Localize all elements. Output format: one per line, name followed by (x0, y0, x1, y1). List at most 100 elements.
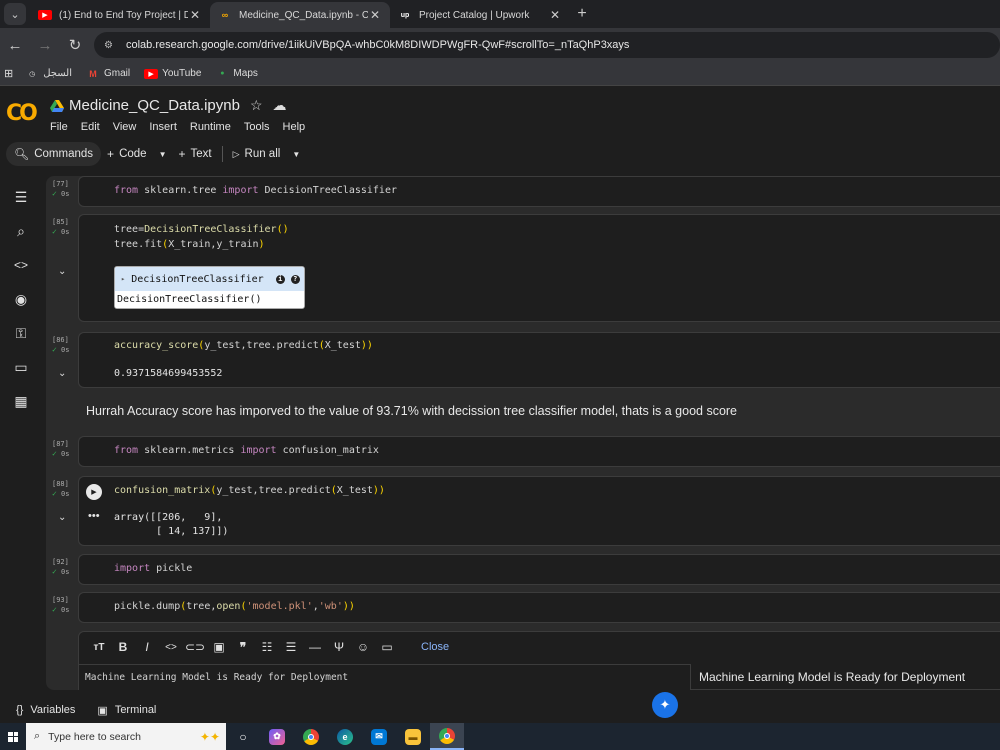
taskbar-search[interactable]: ⌕ Type here to search ✦✦ (26, 723, 226, 750)
bookmark-youtube[interactable]: ▶ YouTube (144, 68, 201, 79)
run-all-button[interactable]: ▷ Run all (227, 142, 287, 166)
menu-bar: File Edit View Insert Runtime Tools Help (50, 121, 318, 133)
add-text-button[interactable]: + Text (172, 142, 217, 166)
info-icon[interactable]: i (275, 274, 285, 284)
link-icon[interactable]: ⊂⊃ (183, 640, 207, 654)
execution-count: [87] (52, 440, 69, 448)
data-table-icon[interactable]: ▦ (10, 390, 32, 412)
reload-icon[interactable]: ↻ (60, 36, 90, 54)
close-editor-button[interactable]: Close (421, 641, 449, 653)
commands-button[interactable]: 🔍︎ Commands (6, 142, 102, 166)
left-sidebar: ☰ ⌕ <> ◉ ⚿ ▭ ▦ (0, 176, 44, 690)
bookmark-maps[interactable]: ● Maps (215, 68, 258, 79)
back-arrow-icon[interactable]: ← (0, 37, 30, 54)
menu-runtime[interactable]: Runtime (190, 121, 231, 133)
close-tab-icon[interactable]: ✕ (548, 8, 562, 22)
menu-help[interactable]: Help (283, 121, 306, 133)
bullet-list-icon[interactable]: ☰ (279, 640, 303, 654)
text-format-toolbar: тT B I <> ⊂⊃ ▣ ❞ ☷ ☰ — Ψ ☺ ▭ Close (79, 632, 1000, 662)
add-code-button[interactable]: + Code (101, 142, 153, 166)
gemini-spark-icon[interactable]: ✦ (652, 692, 678, 718)
emoji-icon[interactable]: ☺ (351, 640, 375, 654)
code-cell[interactable]: [93] ✓ 0s pickle.dump(tree,open('model.p… (46, 592, 1000, 624)
menu-file[interactable]: File (50, 121, 68, 133)
image-icon[interactable]: ▣ (207, 640, 231, 654)
browser-tab-youtube[interactable]: ▶ (1) End to End Toy Project | Day ✕ (30, 2, 210, 28)
variables-label: Variables (30, 704, 76, 716)
windows-start-icon[interactable] (0, 723, 26, 750)
run-cell-button[interactable]: ▶ (86, 484, 102, 500)
code-dropdown-icon[interactable]: ▼ (153, 142, 173, 166)
quote-icon[interactable]: ❞ (231, 640, 255, 654)
cell-execution-info: [88] ✓ 0s (52, 480, 69, 499)
check-icon: ✓ (52, 567, 57, 576)
terminal-button[interactable]: ▣ Terminal (97, 704, 156, 717)
estimator-widget[interactable]: ▸ DecisionTreeClassifier i ? DecisionTre… (114, 266, 305, 309)
collapse-output-icon[interactable]: ⌄ (58, 368, 66, 379)
numbered-list-icon[interactable]: ☷ (255, 640, 279, 654)
code-snippets-icon[interactable]: <> (10, 254, 32, 276)
play-icon: ▷ (232, 148, 240, 159)
run-all-label: Run all (244, 148, 281, 160)
bookmarks-bar: ⊞ ◷ السجل M Gmail ▶ YouTube ● Maps (0, 62, 1000, 86)
code-line: tree=DecisionTreeClassifier() (114, 224, 289, 235)
heading-icon[interactable]: тT (87, 642, 111, 653)
site-settings-icon[interactable]: ⚙ (104, 40, 122, 51)
code-cell[interactable]: [87] ✓ 0s from sklearn.metrics import co… (46, 436, 1000, 468)
menu-view[interactable]: View (113, 121, 137, 133)
apps-icon[interactable]: ⊞ (4, 67, 13, 80)
collapse-output-icon[interactable]: ⌄ (58, 512, 66, 523)
url-field[interactable]: ⚙ colab.research.google.com/drive/1iikUi… (94, 32, 1000, 58)
variables-button[interactable]: {} Variables (16, 704, 75, 716)
code-cell[interactable]: [92] ✓ 0s import pickle (46, 554, 1000, 586)
find-replace-icon[interactable]: ⌕ (10, 220, 32, 242)
code-cell[interactable]: [77] ✓ 0s from sklearn.tree import Decis… (46, 176, 1000, 208)
code-cell[interactable]: [86] ✓ 0s accuracy_score(y_test,tree.pre… (46, 332, 1000, 390)
tab-search-icon[interactable]: ⌄ (4, 3, 26, 25)
execution-count: [86] (52, 336, 69, 344)
cloud-sync-icon[interactable]: ☁ (273, 97, 287, 114)
bookmark-history[interactable]: ◷ السجل (25, 68, 72, 79)
collapse-output-icon[interactable]: ⌄ (58, 266, 66, 277)
text-label: Text (190, 148, 212, 160)
menu-tools[interactable]: Tools (244, 121, 270, 133)
copilot-icon[interactable]: ✿ (260, 723, 294, 750)
secrets-key-icon[interactable]: ⚿ (10, 322, 32, 344)
code-editor[interactable] (78, 554, 1000, 585)
more-options-icon[interactable]: ••• (88, 510, 100, 522)
markdown-source-input[interactable]: Machine Learning Model is Ready for Depl… (79, 664, 691, 690)
forward-arrow-icon[interactable]: → (30, 37, 60, 54)
browser-tab-colab[interactable]: ∞ Medicine_QC_Data.ipynb - Colab ✕ (210, 2, 390, 28)
chrome-active-icon[interactable] (430, 723, 464, 750)
table-of-contents-icon[interactable]: ☰ (10, 186, 32, 208)
text-cell-editor[interactable]: тT B I <> ⊂⊃ ▣ ❞ ☷ ☰ — Ψ ☺ ▭ Close Machi… (78, 631, 1000, 690)
mail-icon[interactable]: ✉ (362, 723, 396, 750)
close-tab-icon[interactable]: ✕ (368, 8, 382, 22)
run-all-dropdown-icon[interactable]: ▼ (286, 142, 306, 166)
close-tab-icon[interactable]: ✕ (188, 8, 202, 22)
star-icon[interactable]: ☆ (250, 97, 263, 114)
help-icon[interactable]: ? (290, 274, 300, 284)
code-cell[interactable]: [85] ✓ 0s tree=DecisionTreeClassifier() … (46, 214, 1000, 324)
variables-inspector-icon[interactable]: ◉ (10, 288, 32, 310)
chrome-icon[interactable] (294, 723, 328, 750)
menu-edit[interactable]: Edit (81, 121, 100, 133)
notebook-title[interactable]: Medicine_QC_Data.ipynb (69, 97, 240, 114)
code-cell[interactable]: [88] ✓ 0s ▶ confusion_matrix(y_test,tree… (46, 476, 1000, 548)
browser-tab-upwork[interactable]: up Project Catalog | Upwork ✕ (390, 2, 570, 28)
latex-psi-icon[interactable]: Ψ (327, 640, 351, 654)
edge-icon[interactable]: e (328, 723, 362, 750)
horizontal-rule-icon[interactable]: — (303, 640, 327, 654)
italic-icon[interactable]: I (135, 640, 159, 654)
bold-icon[interactable]: B (111, 640, 135, 654)
colab-logo[interactable]: CO (6, 101, 38, 126)
preview-toggle-icon[interactable]: ▭ (375, 640, 399, 654)
bookmark-gmail[interactable]: M Gmail (86, 68, 130, 79)
new-tab-icon[interactable]: + (570, 5, 594, 23)
file-explorer-icon[interactable]: ▬ (396, 723, 430, 750)
task-view-icon[interactable]: ○ (226, 723, 260, 750)
estimator-header[interactable]: ▸ DecisionTreeClassifier i ? (115, 267, 304, 291)
code-format-icon[interactable]: <> (159, 642, 183, 653)
menu-insert[interactable]: Insert (149, 121, 177, 133)
files-folder-icon[interactable]: ▭ (10, 356, 32, 378)
